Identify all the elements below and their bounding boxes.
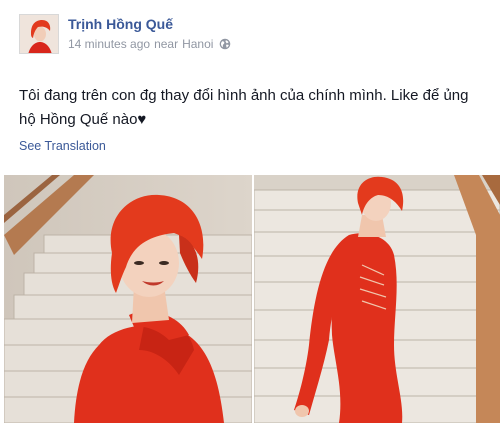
- author-name[interactable]: Trịnh Hồng Quế: [68, 16, 173, 32]
- post-location[interactable]: Hanoi: [182, 37, 213, 51]
- post-timestamp[interactable]: 14 minutes ago: [68, 37, 150, 51]
- feed-post: Trịnh Hồng Quế 14 minutes ago near Hanoi…: [0, 0, 500, 423]
- post-photo-right[interactable]: [254, 175, 500, 423]
- globe-icon[interactable]: [219, 38, 231, 50]
- post-meta: 14 minutes ago near Hanoi: [68, 37, 231, 51]
- avatar[interactable]: [19, 14, 59, 54]
- see-translation-link[interactable]: See Translation: [19, 139, 106, 153]
- avatar-image: [20, 15, 58, 53]
- post-photo-left[interactable]: [4, 175, 252, 423]
- location-prefix: near: [154, 37, 179, 51]
- post-text: Tôi đang trên con đg thay đổi hình ảnh c…: [19, 87, 469, 128]
